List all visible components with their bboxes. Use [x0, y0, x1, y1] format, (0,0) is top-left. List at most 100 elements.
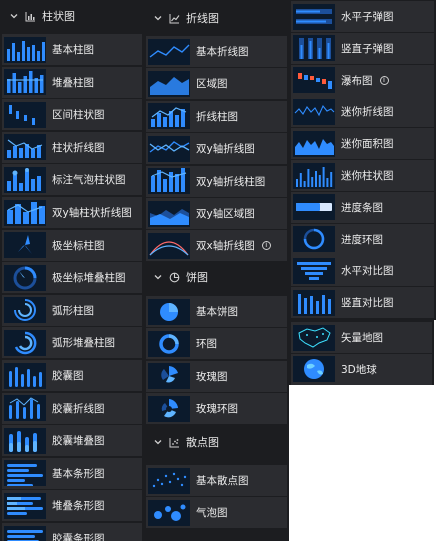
- rose-ring-thumbnail-icon: [148, 395, 190, 422]
- bar-group-header[interactable]: 柱状图: [0, 1, 144, 31]
- thumbnail-graphic: [159, 334, 179, 354]
- chart-type-item[interactable]: 基本柱图: [2, 34, 142, 65]
- chart-type-label: 水平对比图: [341, 265, 394, 278]
- chart-type-item[interactable]: 进度环图: [291, 223, 434, 255]
- chart-type-item[interactable]: 水平子弹图: [291, 1, 434, 32]
- progress-ring-thumbnail-icon: [293, 226, 335, 253]
- bubble-thumbnail-icon: [148, 499, 190, 526]
- chart-type-label: 折线柱图: [196, 110, 238, 123]
- chart-type-item[interactable]: 环图: [146, 328, 287, 360]
- chart-type-item[interactable]: 竖直对比图: [291, 287, 434, 319]
- chart-type-item[interactable]: 进度条图: [291, 191, 434, 223]
- chart-type-item[interactable]: 基本饼图: [146, 296, 287, 327]
- thumbnail-graphic: [151, 168, 187, 193]
- chart-type-item[interactable]: 双y轴折线柱图: [146, 165, 287, 197]
- basic-hbar-thumbnail-icon: [4, 460, 46, 487]
- chart-type-item[interactable]: 极坐标堆叠柱图: [2, 262, 142, 294]
- chart-type-item[interactable]: 区域图: [146, 68, 287, 100]
- chart-type-label: 迷你柱状图: [341, 170, 394, 182]
- chart-type-label: 区间柱状图: [52, 109, 105, 122]
- chart-type-item[interactable]: 堆叠条形图: [2, 490, 142, 522]
- pie-group-header[interactable]: 饼图: [144, 262, 289, 292]
- chart-type-label: 竖直对比图: [341, 297, 394, 310]
- pie-chart-icon: [169, 272, 180, 282]
- chart-type-item[interactable]: 胶囊堆叠图: [2, 425, 142, 457]
- capsule-stacked-thumbnail-icon: [4, 427, 46, 454]
- chart-type-item[interactable]: 3D地球: [291, 353, 432, 385]
- chart-type-item[interactable]: 基本折线图: [146, 36, 287, 67]
- chart-type-item[interactable]: 水平对比图: [291, 255, 434, 287]
- capsule-line-thumbnail-icon: [4, 395, 46, 422]
- chart-type-item[interactable]: 标注气泡柱状图: [2, 164, 142, 196]
- info-icon[interactable]: i: [379, 75, 389, 85]
- chart-type-item[interactable]: 区间柱状图: [2, 99, 142, 131]
- thumbnail-graphic: [161, 398, 178, 418]
- chart-type-item[interactable]: 弧形柱图: [2, 294, 142, 326]
- chart-type-label: 基本条形图: [52, 467, 105, 480]
- line-bar-thumbnail-icon: [148, 103, 190, 130]
- map-panel: 矢量地图 3D地球: [289, 320, 434, 385]
- chart-type-label: 基本散点图: [196, 475, 249, 487]
- chart-type-label: 瀑布图: [341, 74, 373, 87]
- chart-type-item[interactable]: 胶囊折线图: [2, 392, 142, 424]
- chart-type-item[interactable]: 双y轴折线图: [146, 133, 287, 165]
- mini-bar-thumbnail-icon: [293, 162, 335, 189]
- thumbnail-graphic: [149, 140, 190, 153]
- chart-type-item[interactable]: 弧形堆叠柱图: [2, 327, 142, 359]
- chart-type-item[interactable]: 矢量地图: [291, 322, 432, 353]
- thumbnail-graphic: [298, 73, 332, 90]
- chart-type-item[interactable]: 玫瑰图: [146, 360, 287, 392]
- chart-type-item[interactable]: 柱状折线图: [2, 131, 142, 163]
- misc-chart-panel: 水平子弹图 竖直子弹图瀑布图 i 迷你折线图 迷你面积图迷你柱状图进度条图进度环图水平对…: [289, 0, 436, 320]
- thumbnail-graphic: [161, 366, 178, 383]
- chart-type-label: 玫瑰图: [196, 370, 228, 383]
- arc-bar-thumbnail-icon: [4, 297, 46, 324]
- chart-type-label: 胶囊图: [52, 370, 84, 382]
- chart-type-item[interactable]: 折线柱图: [146, 100, 287, 132]
- bubble-bar-thumbnail-icon: [4, 166, 46, 193]
- thumbnail-graphic: [9, 366, 42, 387]
- chart-type-label: 进度环图: [341, 233, 383, 246]
- line-group-header[interactable]: 折线图: [144, 3, 289, 33]
- thumbnail-graphic: [154, 504, 186, 521]
- chart-type-label: 堆叠柱图: [52, 76, 94, 89]
- chart-type-item[interactable]: 气泡图: [146, 497, 287, 529]
- chart-type-item[interactable]: 迷你面积图: [291, 128, 434, 160]
- basic-line-thumbnail-icon: [148, 38, 190, 65]
- dual-y-area-thumbnail-icon: [148, 200, 190, 227]
- vector-map-thumbnail-icon: [293, 324, 335, 351]
- thumbnail-graphic: [7, 139, 43, 159]
- chart-type-item[interactable]: 基本散点图: [146, 465, 287, 496]
- chart-type-label: 玫瑰环图: [196, 403, 238, 416]
- chart-type-label: 胶囊折线图: [52, 402, 105, 415]
- chart-type-item[interactable]: 玫瑰环图: [146, 393, 287, 425]
- chart-type-label: 环图: [196, 338, 217, 351]
- chart-type-label: 双x轴折线图: [196, 240, 255, 253]
- scatter-group-header[interactable]: 散点图: [144, 427, 289, 457]
- chart-type-label: 区域图: [196, 78, 228, 91]
- info-icon[interactable]: i: [261, 241, 271, 251]
- thumbnail-graphic: [9, 430, 37, 452]
- chart-type-item[interactable]: 双y轴区域图: [146, 198, 287, 229]
- chart-type-item[interactable]: 堆叠柱图: [2, 66, 142, 98]
- bar-group-title: 柱状图: [42, 10, 75, 23]
- chart-type-item[interactable]: 迷你折线图: [291, 96, 434, 128]
- dual-y-line-bar-thumbnail-icon: [148, 168, 190, 195]
- chart-type-item[interactable]: 双x轴折线图 i: [146, 230, 287, 262]
- chevron-down-icon: [154, 16, 162, 21]
- dual-y-line-thumbnail-icon: [148, 135, 190, 162]
- thumbnail-graphic: [294, 104, 335, 117]
- range-bar-thumbnail-icon: [4, 101, 46, 128]
- chart-type-label: 柱状折线图: [52, 141, 105, 154]
- chart-type-item[interactable]: 双y轴柱状折线图: [2, 197, 142, 228]
- chart-type-item[interactable]: 胶囊图: [2, 360, 142, 391]
- chart-type-item[interactable]: 竖直子弹图: [291, 32, 434, 64]
- chart-type-label: 气泡图: [196, 507, 228, 520]
- chart-type-item[interactable]: 极坐标柱图: [2, 229, 142, 261]
- chart-type-item[interactable]: 瀑布图 i: [291, 64, 434, 96]
- chart-type-item[interactable]: 基本条形图: [2, 457, 142, 489]
- thumbnail-graphic: [303, 228, 325, 250]
- bar-line-thumbnail-icon: [4, 134, 46, 161]
- chart-type-item[interactable]: 迷你柱状图: [291, 160, 434, 191]
- chart-type-item[interactable]: 胶囊条形图: [2, 523, 142, 541]
